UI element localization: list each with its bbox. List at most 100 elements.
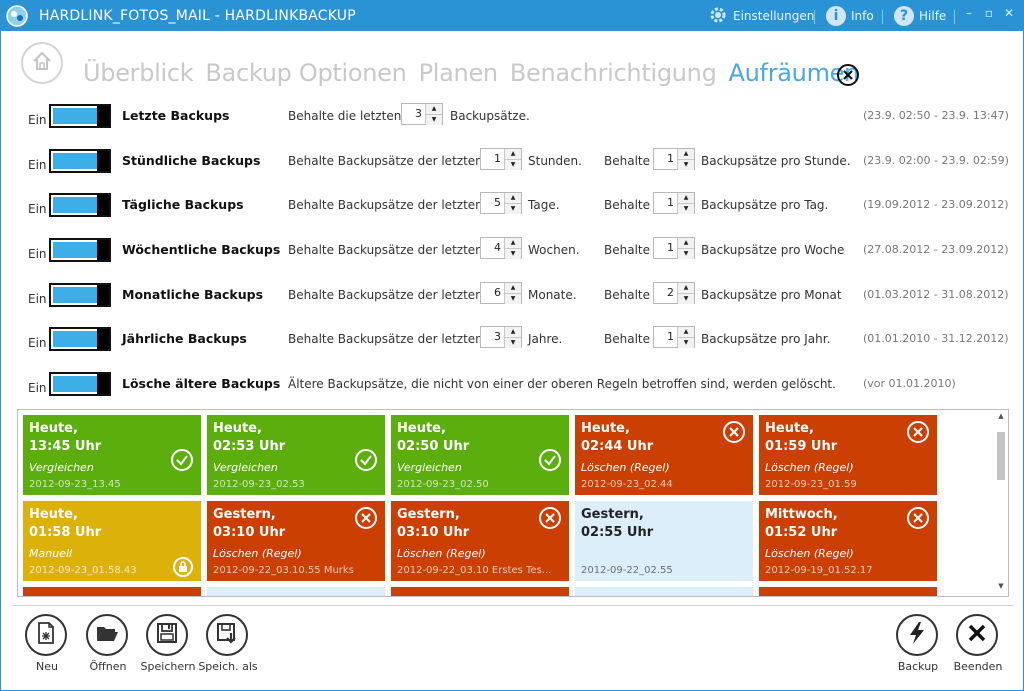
title-bar: HARDLINK_FOTOS_MAIL - HARDLINKBACKUP Ein… xyxy=(1,1,1023,31)
minimize-button[interactable]: – xyxy=(961,6,977,24)
main-nav: Überblick Backup Optionen Planen Benachr… xyxy=(83,59,859,87)
backup-tile[interactable]: Gestern, 02:55 Uhr 2012-09-22_02.55 xyxy=(575,501,753,581)
rule-unit: Stunden. xyxy=(528,154,582,168)
tab-backup-optionen[interactable]: Backup Optionen xyxy=(205,59,406,87)
tab-benachrichtigung[interactable]: Benachrichtigung xyxy=(510,59,717,87)
backup-tile[interactable]: Gestern, 03:10 Uhr Löschen (Regel) 2012-09-… xyxy=(207,501,385,581)
rule-keep-stepper[interactable]: 1 ▲ ▼ xyxy=(653,148,695,170)
close-window-button[interactable]: ✕ xyxy=(1001,6,1017,24)
delete-icon[interactable] xyxy=(723,421,745,443)
tab-planen[interactable]: Planen xyxy=(419,59,499,87)
tile-id: 2012-09-19_01.52.17 xyxy=(765,565,873,576)
tile-day: Mittwoch, xyxy=(765,507,838,522)
rule-toggle[interactable] xyxy=(49,283,111,307)
tile-id: 2012-09-23_01.59 xyxy=(765,479,857,490)
scroll-down-icon[interactable]: ▼ xyxy=(997,582,1005,590)
backup-tile[interactable] xyxy=(391,587,569,596)
scroll-up-icon[interactable]: ▲ xyxy=(997,412,1005,420)
home-button[interactable] xyxy=(21,42,63,84)
close-icon xyxy=(842,66,854,85)
window-title: HARDLINK_FOTOS_MAIL - HARDLINKBACKUP xyxy=(39,8,356,24)
tile-id: 2012-09-23_02.53 xyxy=(213,479,305,490)
rule-keep-stepper[interactable]: 1 ▲ ▼ xyxy=(653,192,695,214)
tab-ueberblick[interactable]: Überblick xyxy=(83,59,194,87)
backup-tile[interactable] xyxy=(207,587,385,596)
rule-name: Wöchentliche Backups xyxy=(122,242,281,257)
rule-value-stepper[interactable]: 5 ▲ ▼ xyxy=(480,192,522,214)
rule-text: Behalte Backupsätze der letzten xyxy=(288,198,483,212)
rule-text: Ältere Backupsätze, die nicht von einer … xyxy=(288,377,836,391)
tile-id: 2012-09-22_03.10 Erstes Tes... xyxy=(397,565,552,576)
tile-action: Löschen (Regel) xyxy=(213,547,302,560)
delete-icon[interactable] xyxy=(907,507,929,529)
rule-toggle[interactable] xyxy=(49,149,111,173)
open-label: Öffnen xyxy=(89,660,127,673)
backup-tile[interactable]: Gestern, 03:10 Uhr Löschen (Regel) 2012-09-… xyxy=(391,501,569,581)
tile-day: Heute, xyxy=(29,421,78,436)
tile-action: Löschen (Regel) xyxy=(765,461,854,474)
tile-time: 03:10 Uhr xyxy=(397,525,470,540)
home-icon xyxy=(31,50,53,76)
rule-keep-stepper[interactable]: 1 ▲ ▼ xyxy=(653,326,695,348)
rule-row: Ein Lösche ältere Backups Ältere Backups… xyxy=(1,370,1021,400)
new-button[interactable]: Neu xyxy=(25,614,69,673)
open-button[interactable]: Öffnen xyxy=(86,614,130,673)
backup-tile[interactable]: Heute, 13:45 Uhr Vergleichen 2012-09-23_13.… xyxy=(23,415,201,495)
rule-toggle[interactable] xyxy=(49,104,111,128)
backup-tile[interactable] xyxy=(575,587,753,596)
rule-value-stepper[interactable]: 3 ▲ ▼ xyxy=(480,326,522,348)
backup-tile[interactable]: Heute, 01:59 Uhr Löschen (Regel) 2012-09-23… xyxy=(759,415,937,495)
tile-day: Gestern, xyxy=(581,507,644,522)
rule-toggle[interactable] xyxy=(49,372,111,396)
close-page-button[interactable] xyxy=(837,64,859,86)
backup-tile[interactable] xyxy=(759,587,937,596)
backup-tile[interactable]: Heute, 02:50 Uhr Vergleichen 2012-09-23_02.… xyxy=(391,415,569,495)
delete-icon[interactable] xyxy=(539,507,561,529)
rule-state-label: Ein xyxy=(28,292,47,306)
delete-icon[interactable] xyxy=(355,507,377,529)
backup-tile[interactable]: Heute, 02:44 Uhr Löschen (Regel) 2012-09-23… xyxy=(575,415,753,495)
backup-tile[interactable] xyxy=(23,587,201,596)
rule-toggle[interactable] xyxy=(49,327,111,351)
rule-keep-label: Behalte xyxy=(604,243,650,257)
delete-icon[interactable] xyxy=(907,421,929,443)
rule-row: Ein Jährliche Backups Behalte Backupsätz… xyxy=(1,325,1021,355)
backup-button[interactable]: Backup xyxy=(896,614,940,673)
rule-keep-stepper[interactable]: 1 ▲ ▼ xyxy=(653,237,695,259)
rule-keep-stepper[interactable]: 2 ▲ ▼ xyxy=(653,282,695,304)
rule-toggle[interactable] xyxy=(49,238,111,262)
tile-day: Heute, xyxy=(581,421,630,436)
save-button[interactable]: Speichern xyxy=(141,614,195,673)
rule-name: Stündliche Backups xyxy=(122,153,261,168)
tile-time: 01:52 Uhr xyxy=(765,525,838,540)
rule-toggle[interactable] xyxy=(49,193,111,217)
exit-button[interactable]: Beenden xyxy=(954,614,1002,673)
tile-time: 01:58 Uhr xyxy=(29,525,102,540)
rule-unit: Wochen. xyxy=(528,243,580,257)
tile-time: 02:53 Uhr xyxy=(213,439,286,454)
help-button[interactable]: ? Hilfe xyxy=(894,5,946,27)
rule-state-label: Ein xyxy=(28,158,47,172)
rule-value-stepper[interactable]: 4 ▲ ▼ xyxy=(480,237,522,259)
backup-tile[interactable]: Mittwoch, 01:52 Uhr Löschen (Regel) 2012-09… xyxy=(759,501,937,581)
rule-value-stepper[interactable]: 1 ▲ ▼ xyxy=(480,148,522,170)
info-button[interactable]: i Info xyxy=(826,5,874,27)
rule-keep-unit: Backupsätze pro Woche xyxy=(701,243,845,257)
help-icon: ? xyxy=(894,6,914,26)
exit-label: Beenden xyxy=(953,660,1003,673)
settings-button[interactable]: Einstellungen xyxy=(708,5,814,27)
rule-keep-unit: Backupsätze pro Monat xyxy=(701,288,842,302)
tile-action: Löschen (Regel) xyxy=(581,461,670,474)
save-as-button[interactable]: Speich. als xyxy=(198,614,258,673)
rule-text: Behalte Backupsätze der letzten xyxy=(288,288,483,302)
close-icon xyxy=(967,623,987,647)
rule-value-stepper[interactable]: 3 ▲ ▼ xyxy=(401,103,443,125)
scroll-thumb[interactable] xyxy=(997,432,1005,480)
backup-tile[interactable]: Heute, 02:53 Uhr Vergleichen 2012-09-23_02.… xyxy=(207,415,385,495)
rule-range: (19.09.2012 - 23.09.2012) xyxy=(863,198,1009,211)
scrollbar[interactable]: ▲ ▼ xyxy=(994,410,1008,596)
rule-value-stepper[interactable]: 6 ▲ ▼ xyxy=(480,282,522,304)
rule-keep-label: Behalte xyxy=(604,198,650,212)
backup-tile[interactable]: Heute, 01:58 Uhr Manuell 2012-09-23_01.58.4… xyxy=(23,501,201,581)
maximize-button[interactable]: ▫ xyxy=(981,6,997,24)
